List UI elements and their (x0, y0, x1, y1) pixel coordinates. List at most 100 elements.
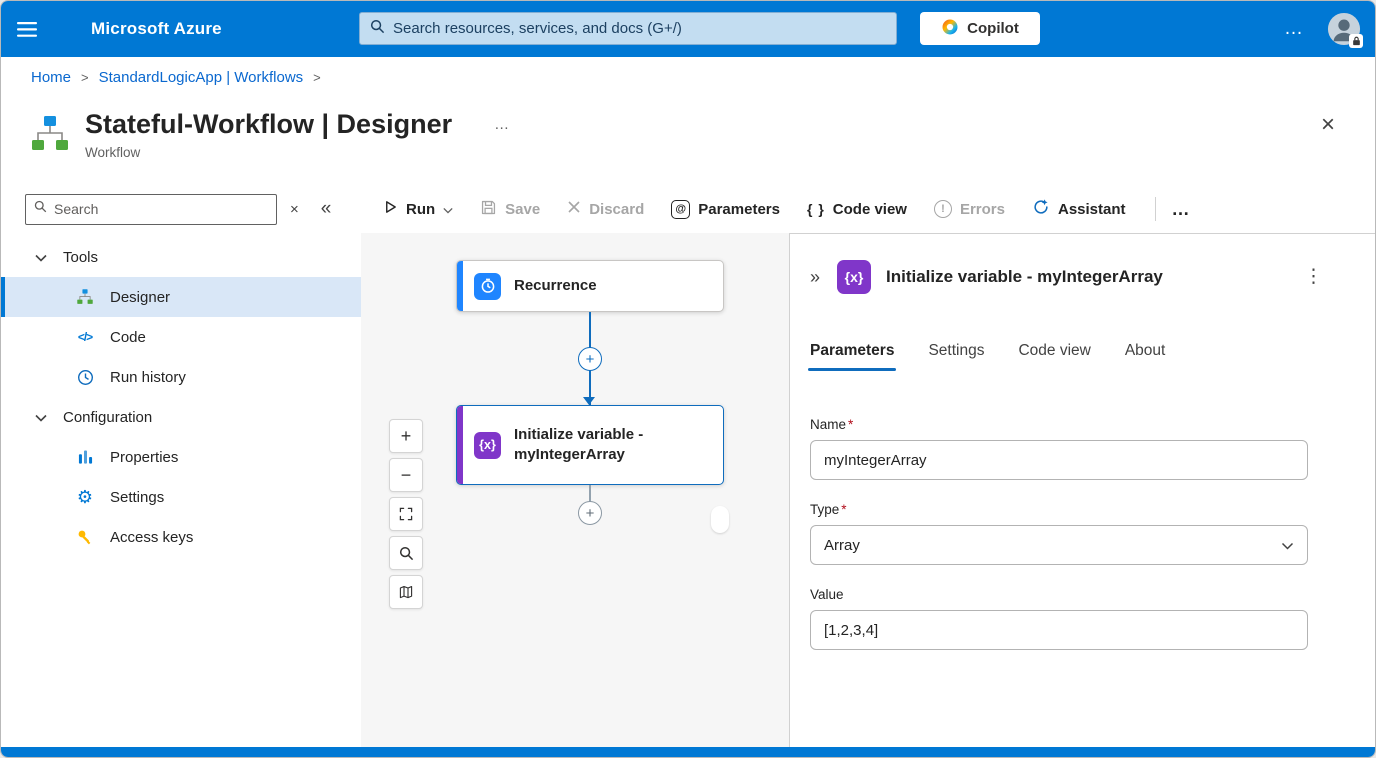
assistant-sparkle-icon (1032, 198, 1050, 220)
panel-header: » {x} Initialize variable - myIntegerArr… (810, 260, 1375, 294)
sidebar-item-run-history[interactable]: Run history (1, 357, 361, 397)
action-details-panel: » {x} Initialize variable - myIntegerArr… (789, 233, 1375, 747)
braces-icon: { } (807, 201, 825, 217)
variable-icon: {x} (837, 260, 871, 294)
sidebar-item-settings[interactable]: ⚙ Settings (1, 477, 361, 517)
sidebar-item-label: Access keys (110, 529, 193, 546)
minimap-icon[interactable] (389, 575, 423, 609)
azure-portal-window: Microsoft Azure Copilot … Home > (0, 0, 1376, 758)
bottom-accent-bar (1, 747, 1375, 757)
sidebar-item-label: Designer (110, 289, 170, 306)
key-icon (75, 527, 95, 547)
tree-group-tools[interactable]: Tools (1, 237, 361, 277)
variable-icon: {x} (474, 432, 501, 459)
tab-code-view[interactable]: Code view (1018, 342, 1090, 371)
tree-group-label: Tools (63, 249, 98, 266)
discard-button[interactable]: Discard (567, 200, 644, 218)
tab-about[interactable]: About (1125, 342, 1166, 371)
sidebar-item-label: Properties (110, 449, 178, 466)
zoom-out-button[interactable]: − (389, 458, 423, 492)
toolbar-more-icon[interactable]: … (1172, 199, 1191, 220)
page-more-icon[interactable]: … (494, 116, 511, 133)
type-select-value: Array (824, 537, 860, 554)
chevron-down-icon (443, 201, 453, 218)
tab-parameters[interactable]: Parameters (810, 342, 894, 371)
properties-bars-icon (75, 447, 95, 467)
chevron-down-icon (1281, 537, 1294, 554)
parameters-at-icon: @ (671, 200, 690, 219)
tree-group-configuration[interactable]: Configuration (1, 397, 361, 437)
node-initialize-variable[interactable]: {x} Initialize variable - myIntegerArray (456, 405, 724, 485)
designer-canvas[interactable]: Recurrence + {x} Initialize variable - m… (361, 233, 789, 747)
hamburger-menu-icon[interactable] (1, 1, 53, 57)
global-search[interactable] (359, 12, 897, 45)
assistant-button[interactable]: Assistant (1032, 198, 1126, 220)
zoom-in-button[interactable]: + (389, 419, 423, 453)
chevron-down-icon (35, 249, 47, 266)
page-title-block: Stateful-Workflow | Designer … Workflow (85, 109, 511, 160)
insert-step-button[interactable]: + (578, 347, 602, 371)
errors-button[interactable]: ! Errors (934, 200, 1005, 218)
canvas-search-icon[interactable] (389, 536, 423, 570)
save-button[interactable]: Save (480, 199, 540, 220)
sidebar-search-input[interactable] (54, 201, 268, 217)
sidebar-item-properties[interactable]: Properties (1, 437, 361, 477)
node-label: Initialize variable - myIntegerArray (514, 425, 723, 466)
node-label: Recurrence (514, 276, 609, 296)
run-button[interactable]: Run (383, 199, 453, 219)
fit-view-icon[interactable] (389, 497, 423, 531)
gear-icon: ⚙ (75, 487, 95, 507)
type-select[interactable]: Array (810, 525, 1308, 565)
name-input[interactable] (810, 440, 1308, 480)
canvas-zoom-controls: + − (389, 419, 423, 609)
workflow-icon (29, 113, 71, 155)
canvas-scrollbar-thumb[interactable] (711, 506, 729, 533)
header-more-icon[interactable]: … (1284, 18, 1305, 40)
copilot-button[interactable]: Copilot (920, 12, 1040, 45)
copilot-icon (941, 18, 959, 40)
tab-settings[interactable]: Settings (928, 342, 984, 371)
clear-search-icon[interactable]: × (290, 201, 299, 218)
azure-top-bar: Microsoft Azure Copilot … (1, 1, 1375, 57)
azure-brand[interactable]: Microsoft Azure (91, 19, 222, 39)
required-mark: * (841, 502, 846, 517)
value-label: Value (810, 587, 1308, 602)
code-view-button[interactable]: { } Code view (807, 201, 907, 218)
avatar[interactable] (1327, 12, 1361, 46)
breadcrumb-app-workflows[interactable]: StandardLogicApp | Workflows (99, 69, 304, 86)
content: × « Tools Designer </> (1, 185, 1375, 747)
parameters-form: Name* Type* Array (810, 417, 1308, 650)
kebab-menu-icon[interactable]: ⋮ (1304, 265, 1323, 288)
sidebar-top: × « (1, 185, 361, 233)
required-mark: * (848, 417, 853, 432)
parameters-button[interactable]: @ Parameters (671, 200, 780, 219)
value-field-group: Value (810, 587, 1308, 650)
name-field-group: Name* (810, 417, 1308, 480)
designer-workflow-icon (75, 287, 95, 307)
add-step-button[interactable]: + (578, 501, 602, 525)
copilot-label: Copilot (967, 20, 1019, 37)
sidebar-item-code[interactable]: </> Code (1, 317, 361, 357)
page-title: Stateful-Workflow | Designer (85, 109, 452, 140)
collapse-sidebar-icon[interactable]: « (321, 198, 332, 220)
breadcrumb-home[interactable]: Home (31, 69, 71, 86)
panel-tabs: Parameters Settings Code view About (810, 342, 1375, 371)
code-icon: </> (75, 327, 95, 347)
close-icon[interactable]: × (1321, 113, 1335, 137)
sidebar-item-access-keys[interactable]: Access keys (1, 517, 361, 557)
sidebar-search[interactable] (25, 194, 277, 225)
page-subtitle: Workflow (85, 145, 511, 160)
sidebar-item-designer[interactable]: Designer (1, 277, 361, 317)
page-header: Stateful-Workflow | Designer … Workflow … (1, 97, 1375, 185)
panel-title: Initialize variable - myIntegerArray (886, 267, 1163, 287)
sidebar-tree: Tools Designer </> Code Run history (1, 237, 361, 557)
value-input[interactable] (810, 610, 1308, 650)
node-recurrence[interactable]: Recurrence (456, 260, 724, 312)
sidebar: × « Tools Designer </> (1, 185, 361, 747)
save-icon (480, 199, 497, 220)
expand-panel-icon[interactable]: » (810, 267, 820, 288)
discard-x-icon (567, 200, 581, 218)
workspace: Recurrence + {x} Initialize variable - m… (361, 233, 1375, 747)
global-search-input[interactable] (393, 20, 886, 37)
search-icon (34, 200, 47, 218)
